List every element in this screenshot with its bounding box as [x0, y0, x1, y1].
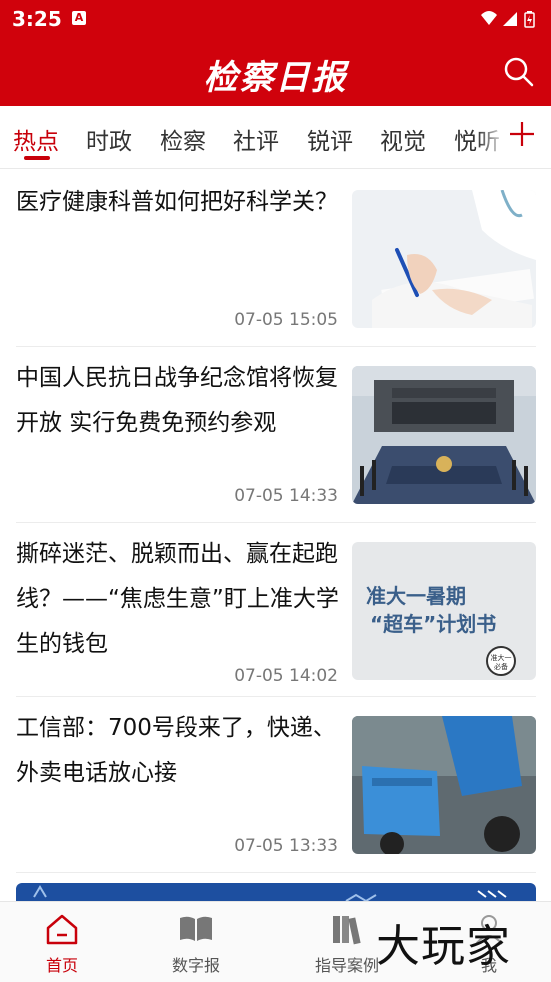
tab-politics[interactable]: 时政	[86, 122, 132, 156]
news-time: 07-05 14:33	[234, 486, 338, 506]
news-item[interactable]: 撕碎迷茫、脱颖而出、赢在起跑线？——“焦虑生意”盯上准大学生的钱包 07-05 …	[16, 522, 536, 697]
tab-fade	[477, 106, 507, 168]
app-notification-icon: A	[72, 11, 86, 25]
news-title: 撕碎迷茫、脱颖而出、赢在起跑线？——“焦虑生意”盯上准大学生的钱包	[16, 541, 339, 657]
nav-home[interactable]: 首页	[7, 912, 117, 976]
news-title: 工信部：700号段来了，快递、外卖电话放心接	[16, 715, 336, 786]
home-icon	[46, 914, 78, 945]
tab-commentary[interactable]: 锐评	[307, 122, 353, 156]
tab-visual[interactable]: 视觉	[380, 122, 426, 156]
book-icon	[180, 916, 212, 941]
news-item[interactable]: 医疗健康科普如何把好科学关？ 07-05 15:05	[16, 170, 536, 347]
nav-home-label: 首页	[45, 956, 78, 975]
status-time: 3:25	[12, 7, 62, 31]
tab-editorial[interactable]: 社评	[233, 122, 279, 156]
news-thumbnail	[352, 190, 536, 328]
active-tab-indicator	[24, 156, 50, 160]
status-icons	[479, 9, 539, 33]
tab-procuratorate[interactable]: 检察	[160, 122, 206, 156]
app-logo: 检察日报	[203, 58, 348, 98]
search-icon[interactable]	[503, 56, 535, 88]
battery-icon	[524, 11, 535, 28]
news-thumbnail	[352, 366, 536, 504]
signal-icon	[503, 12, 517, 26]
tab-hot[interactable]: 热点	[13, 122, 59, 156]
news-title: 医疗健康科普如何把好科学关？	[16, 189, 338, 215]
nav-digital-paper[interactable]: 数字报	[141, 912, 251, 976]
news-item[interactable]: 工信部：700号段来了，快递、外卖电话放心接 07-05 13:33	[16, 696, 536, 873]
nav-digital-paper-label: 数字报	[171, 956, 220, 975]
news-time: 07-05 13:33	[234, 836, 338, 856]
books-icon	[333, 916, 361, 945]
news-thumbnail: 准大一暑期 “超车”计划书 准大一必备	[352, 542, 536, 680]
poster-line1: 准大一暑期	[366, 584, 466, 608]
news-title: 中国人民抗日战争纪念馆将恢复开放 实行免费免预约参观	[16, 365, 338, 436]
status-bar: 3:25 A	[0, 0, 551, 38]
poster-line2: “超车”计划书	[370, 612, 497, 636]
category-tabs: 热点 时政 检察 社评 锐评 视觉 悦听	[0, 106, 551, 169]
add-channel-icon[interactable]	[507, 119, 537, 149]
wifi-icon	[481, 11, 497, 25]
news-item[interactable]: 中国人民抗日战争纪念馆将恢复开放 实行免费免预约参观 07-05 14:33	[16, 346, 536, 523]
watermark: 大玩家	[376, 921, 511, 972]
news-time: 07-05 14:02	[234, 666, 338, 686]
news-time: 07-05 15:05	[234, 310, 338, 330]
news-thumbnail	[352, 716, 536, 854]
app-header: 检察日报	[0, 38, 551, 106]
poster-badge: 准大一必备	[486, 646, 516, 676]
